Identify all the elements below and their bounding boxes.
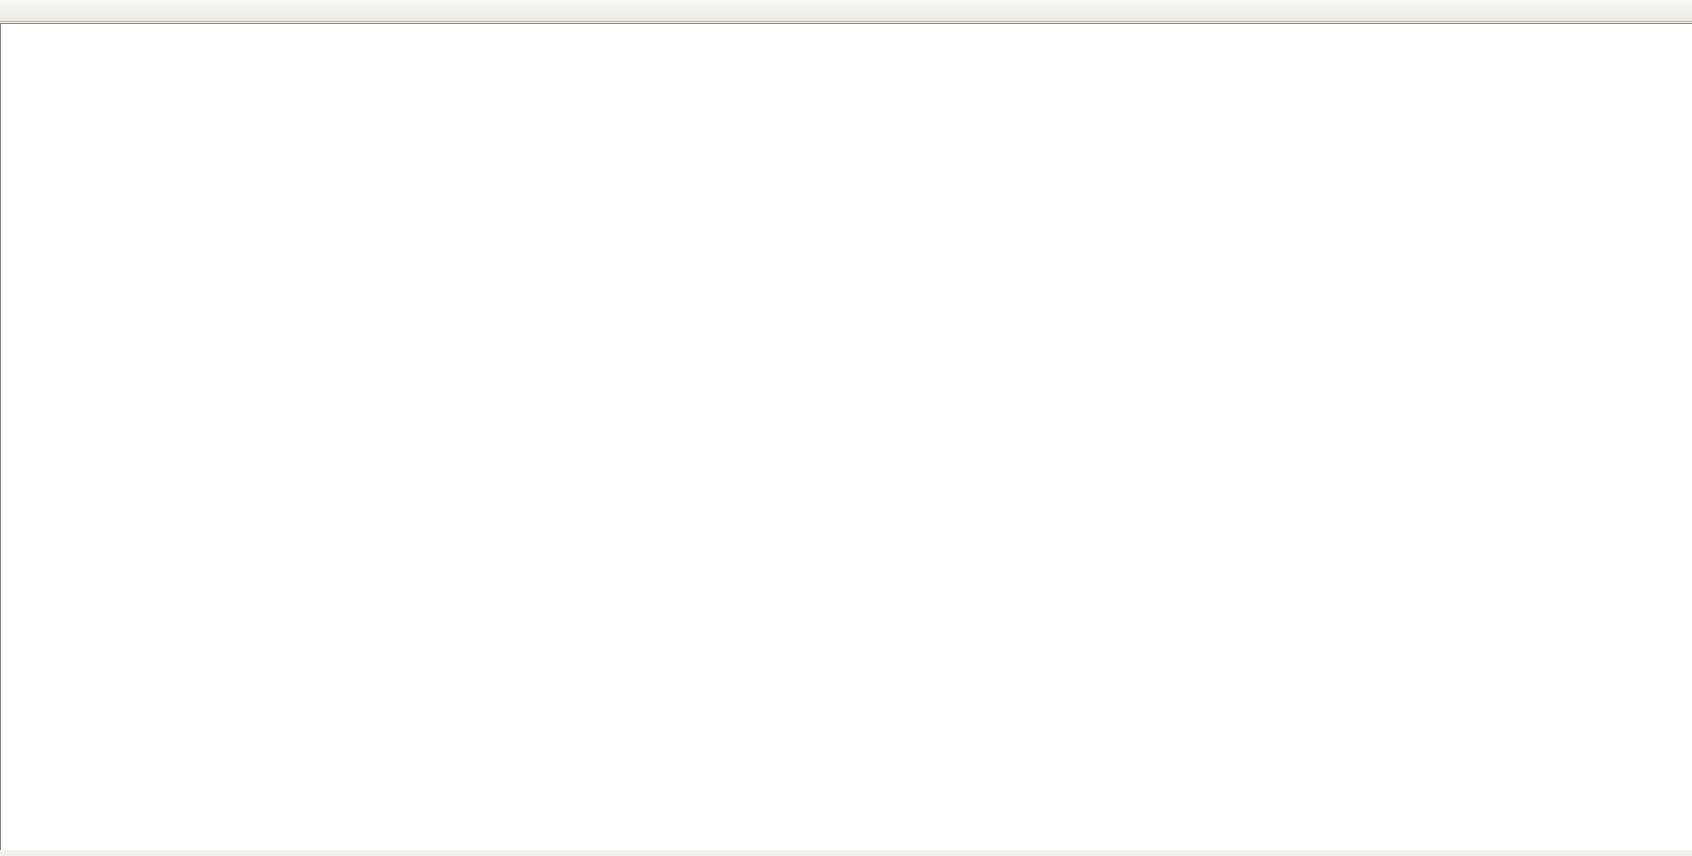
chart-window: [0, 23, 1692, 850]
main-toolbar: [0, 0, 1692, 22]
chart-canvas[interactable]: [1, 24, 1692, 851]
mt4-window: [0, 0, 1692, 850]
